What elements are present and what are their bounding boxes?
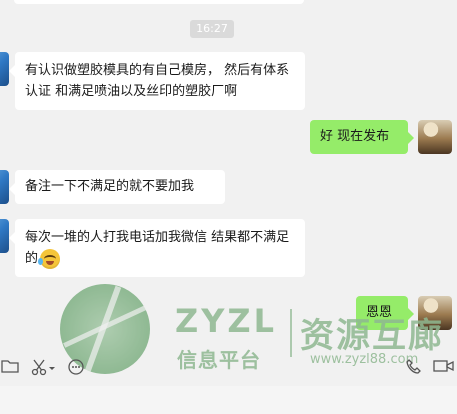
message-text: 每次一堆的人打我电话加我微信 结果都不满足的 — [25, 230, 290, 266]
message-text: 有认识做塑胶模具的有自己模房， 然后有体系认证 和满足喷油以及丝印的塑胶厂啊 — [25, 63, 290, 99]
contact-avatar[interactable] — [0, 219, 9, 253]
self-avatar[interactable] — [418, 120, 452, 154]
message-text: 恩恩 — [366, 305, 393, 320]
chat-area: 16:27 有认识做塑胶模具的有自己模房， 然后有体系认证 和满足喷油以及丝印的… — [0, 0, 457, 346]
message-bubble-outgoing[interactable]: 恩恩 — [356, 296, 414, 330]
message-compose-area[interactable] — [0, 386, 457, 414]
phone-icon[interactable] — [404, 358, 424, 378]
message-bubble-incoming[interactable]: 有认识做塑胶模具的有自己模房， 然后有体系认证 和满足喷油以及丝印的塑胶厂啊 — [9, 52, 305, 110]
timestamp: 16:27 — [190, 20, 234, 38]
self-avatar[interactable] — [418, 296, 452, 330]
message-text: 备注一下不满足的就不要加我 — [25, 179, 195, 194]
message-bubble-incoming[interactable]: 备注一下不满足的就不要加我 — [9, 170, 225, 204]
chat-history-icon[interactable] — [66, 358, 86, 378]
folder-icon[interactable] — [0, 358, 20, 378]
video-icon[interactable] — [432, 358, 456, 378]
contact-avatar[interactable] — [0, 52, 9, 86]
message-bubble-incoming[interactable]: 每次一堆的人打我电话加我微信 结果都不满足的 — [9, 219, 305, 277]
contact-avatar[interactable] — [0, 170, 9, 204]
crying-laughing-emoji-icon — [38, 248, 61, 269]
previous-message-bubble — [14, 0, 304, 4]
input-toolbar — [0, 350, 457, 386]
scissors-icon[interactable] — [30, 358, 56, 378]
message-bubble-outgoing[interactable]: 好 现在发布 — [310, 120, 414, 154]
message-text: 好 现在发布 — [320, 129, 390, 144]
